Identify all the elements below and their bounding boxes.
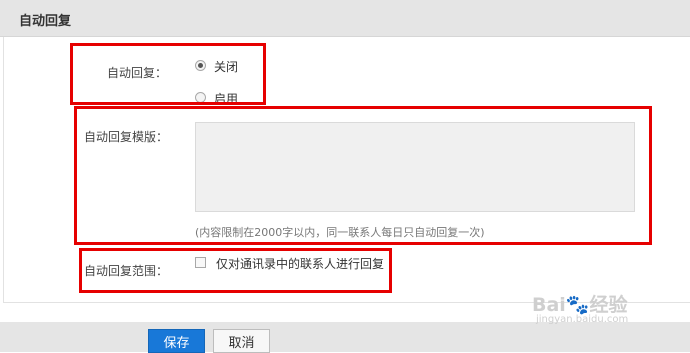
- baidu-watermark-logo: Bai🐾经验 jingyan.baidu.com: [532, 290, 652, 330]
- cancel-button[interactable]: 取消: [213, 329, 270, 353]
- watermark-main-text: Bai🐾经验: [532, 294, 628, 316]
- annotation-box-auto-reply: [70, 43, 266, 105]
- watermark-url-text: jingyan.baidu.com: [536, 314, 629, 325]
- panel-title: 自动回复: [19, 14, 72, 29]
- panel-header: 自动回复: [0, 0, 690, 37]
- save-button[interactable]: 保存: [148, 329, 205, 353]
- annotation-box-template: [74, 106, 652, 245]
- annotation-box-scope: [79, 248, 392, 293]
